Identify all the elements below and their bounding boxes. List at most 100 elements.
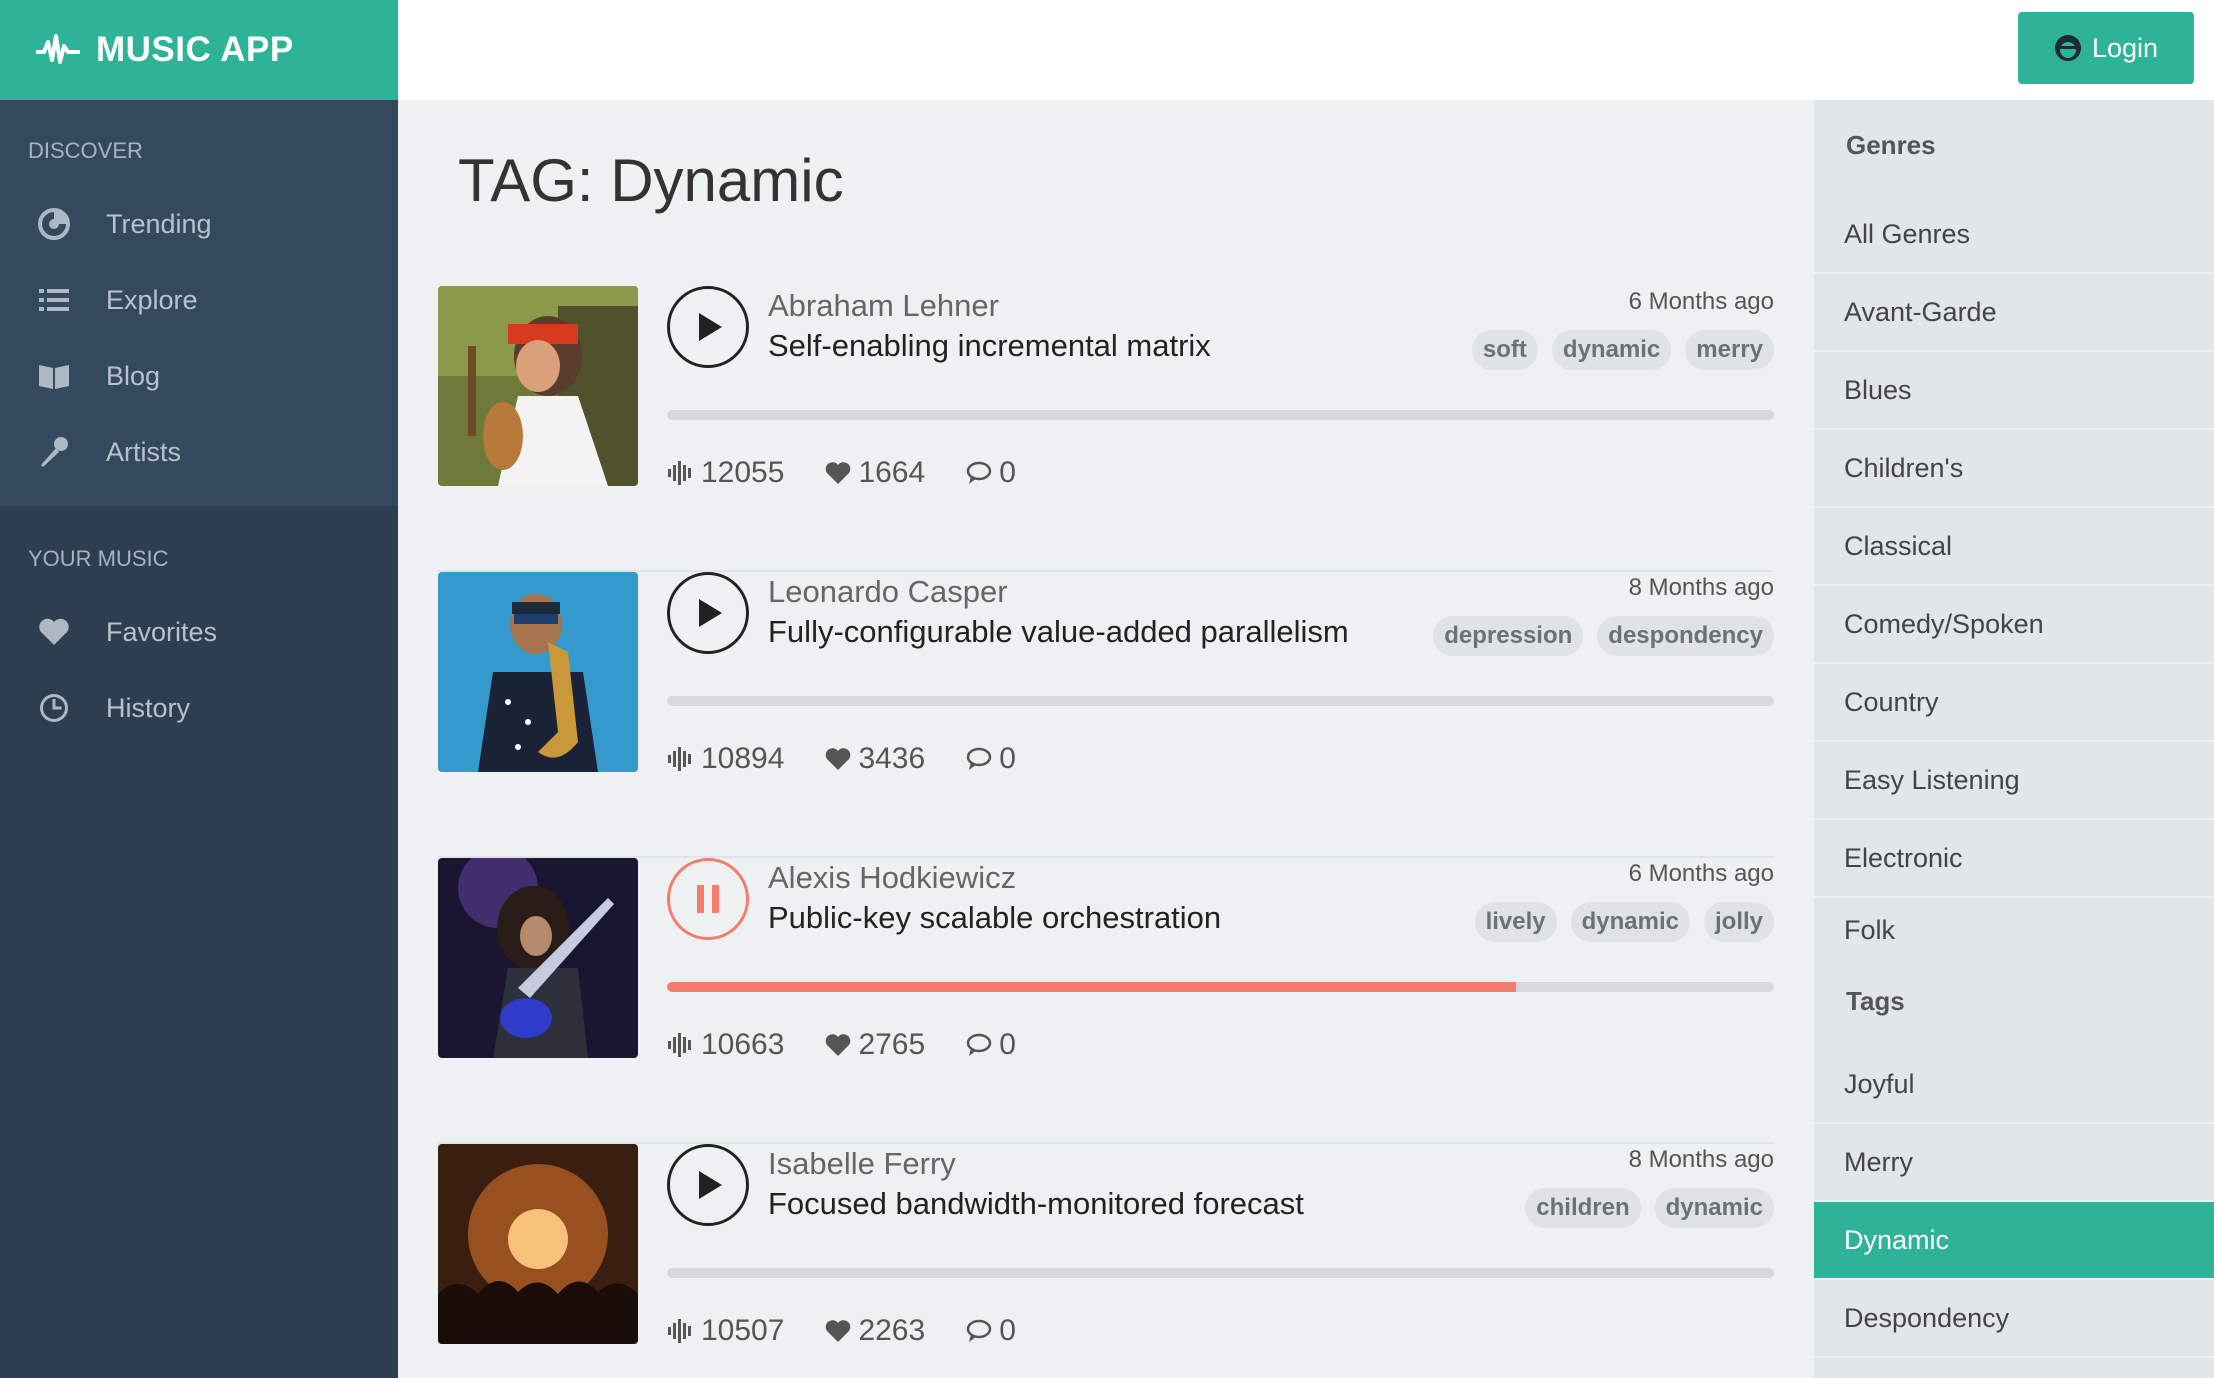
comments-count: 0 [999,456,1016,489]
main-content: TAG: Dynamic Abraham Lehner Self-enablin… [398,100,1814,1378]
album-cover[interactable] [438,858,638,1058]
tag-item-dynamic[interactable]: Dynamic [1814,1202,2214,1280]
login-button[interactable]: Login [2018,12,2194,84]
album-cover[interactable] [438,1144,638,1344]
tag-chip[interactable]: lively [1474,902,1557,942]
genre-item[interactable]: Comedy/Spoken [1814,586,2214,664]
likes-count: 3436 [858,742,926,775]
play-button[interactable] [667,286,749,368]
comment-icon [966,747,992,770]
book-icon [36,358,72,394]
likes-stat[interactable]: 3436 [824,742,925,776]
comments-count: 0 [999,1314,1016,1347]
comment-icon [966,1033,992,1056]
song-title[interactable]: Focused bandwidth-monitored forecast [768,1186,1304,1222]
plays-stat: 10894 [667,742,784,776]
tag-item-joyful[interactable]: Joyful [1814,1046,2214,1124]
tag-item-despondency[interactable]: Despondency [1814,1280,2214,1358]
plays-count: 10894 [701,742,785,775]
pause-icon [697,885,719,913]
song-title[interactable]: Fully-configurable value-added paralleli… [768,614,1349,650]
sidebar-item-artists[interactable]: Artists [0,414,398,490]
right-panel: Genres All Genres Avant-Garde Blues Chil… [1814,100,2214,1378]
tag-chip[interactable]: depression [1433,616,1584,656]
tag-list: depression despondency [1433,616,1774,656]
tag-item-merry[interactable]: Merry [1814,1124,2214,1202]
pause-button[interactable] [667,858,749,940]
tag-chip[interactable]: children [1525,1188,1641,1228]
waveform-icon [668,461,691,485]
genre-item[interactable]: Blues [1814,352,2214,430]
genre-item[interactable]: Classical [1814,508,2214,586]
track-row: Isabelle Ferry Focused bandwidth-monitor… [438,1144,1774,1378]
your-music-section: YOUR MUSIC Favorites History [0,506,398,746]
comments-stat[interactable]: 0 [965,456,1016,490]
likes-count: 2765 [858,1028,926,1061]
genre-item[interactable]: Electronic [1814,820,2214,898]
progress-bar[interactable] [667,1268,1774,1278]
artist-name[interactable]: Alexis Hodkiewicz [768,860,1016,896]
song-title[interactable]: Public-key scalable orchestration [768,900,1221,936]
tag-chip[interactable]: jolly [1703,902,1774,942]
sidebar-item-label: Artists [106,436,182,467]
sidebar-item-favorites[interactable]: Favorites [0,594,398,670]
play-icon [699,1171,722,1199]
comments-stat[interactable]: 0 [965,742,1016,776]
progress-bar[interactable] [667,696,1774,706]
play-button[interactable] [667,1144,749,1226]
heart-icon [36,614,72,650]
sidebar-item-blog[interactable]: Blog [0,338,398,414]
genre-item[interactable]: Folk [1814,898,2214,962]
comments-count: 0 [999,742,1016,775]
play-icon [699,599,722,627]
microphone-icon [36,434,72,470]
sidebar-item-label: Blog [106,360,161,391]
discover-title: DISCOVER [28,138,143,163]
sidebar-item-history[interactable]: History [0,670,398,746]
tag-list: children dynamic [1525,1188,1774,1228]
artist-name[interactable]: Isabelle Ferry [768,1146,956,1182]
genre-item[interactable]: Children's [1814,430,2214,508]
track-stats: 10507 2263 0 [667,1314,1056,1348]
genres-heading: Genres [1846,130,1936,160]
timestamp: 8 Months ago [1628,574,1774,601]
song-title[interactable]: Self-enabling incremental matrix [768,328,1211,364]
login-label: Login [2091,32,2159,63]
artist-name[interactable]: Abraham Lehner [768,288,999,324]
likes-count: 1664 [858,456,926,489]
tag-list: lively dynamic jolly [1474,902,1774,942]
page-title: TAG: Dynamic [458,147,844,214]
artist-name[interactable]: Leonardo Casper [768,574,1008,610]
comment-icon [966,1319,992,1342]
tag-chip[interactable]: despondency [1597,616,1774,656]
tag-chip[interactable]: dynamic [1570,902,1690,942]
progress-bar[interactable] [667,982,1774,992]
sidebar-item-explore[interactable]: Explore [0,262,398,338]
album-cover[interactable] [438,286,638,486]
tag-chip[interactable]: dynamic [1654,1188,1774,1228]
genre-item[interactable]: Country [1814,664,2214,742]
timestamp: 6 Months ago [1628,288,1774,315]
tag-chip[interactable]: soft [1471,330,1538,370]
genre-item[interactable]: All Genres [1814,196,2214,274]
sidebar-item-label: Favorites [106,616,218,647]
likes-stat[interactable]: 2765 [824,1028,925,1062]
comments-stat[interactable]: 0 [965,1028,1016,1062]
tag-chip[interactable]: dynamic [1551,330,1672,370]
tags-heading: Tags [1846,986,1905,1016]
app-logo[interactable]: MUSIC APP [0,0,398,100]
album-cover[interactable] [438,572,638,772]
likes-stat[interactable]: 2263 [824,1314,925,1348]
sidebar-item-trending[interactable]: Trending [0,186,398,262]
likes-stat[interactable]: 1664 [824,456,925,490]
genre-item[interactable]: Avant-Garde [1814,274,2214,352]
sidebar-item-label: Trending [106,208,212,239]
user-avatar-icon [2054,35,2081,61]
genre-item[interactable]: Easy Listening [1814,742,2214,820]
play-button[interactable] [667,572,749,654]
progress-bar[interactable] [667,410,1774,420]
progress-fill [667,982,1517,992]
comments-stat[interactable]: 0 [965,1314,1016,1348]
tag-chip[interactable]: merry [1685,330,1774,370]
app-name: MUSIC APP [96,30,294,69]
